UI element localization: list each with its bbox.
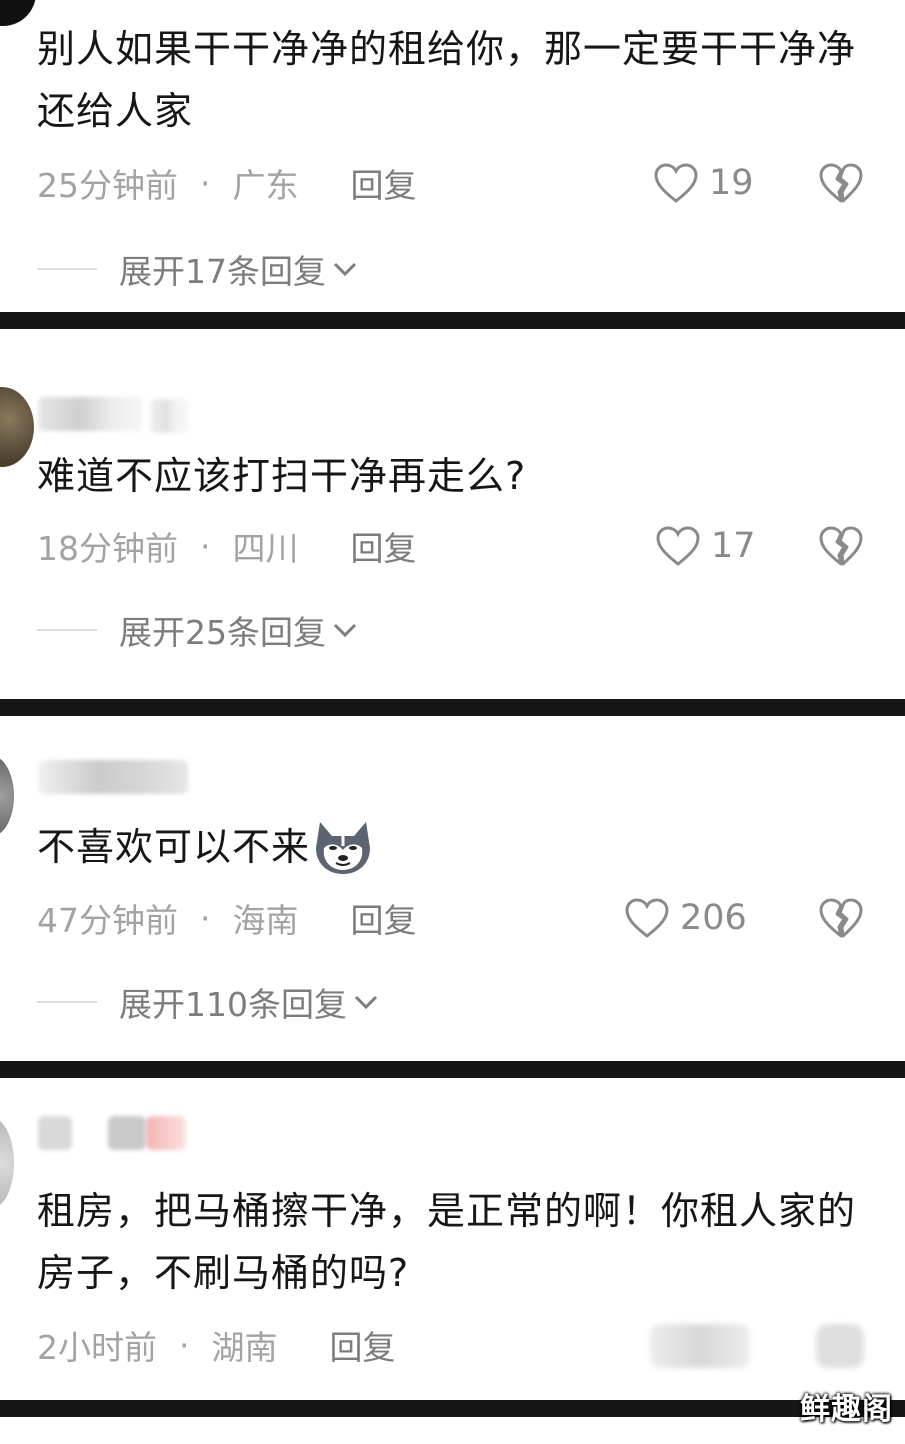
expand-replies-button[interactable]: 展开25条回复 [37,605,358,655]
comment-text: 不喜欢可以不来 [37,816,877,878]
expand-replies-button[interactable]: 展开17条回复 [37,244,358,294]
comment-location: 海南 [232,901,299,940]
comment-time: 47分钟前 [37,901,178,940]
username-blurred [38,397,143,431]
divider-line [37,1001,97,1003]
avatar[interactable] [0,756,14,836]
broken-heart-icon[interactable] [818,897,864,939]
reply-button[interactable]: 回复 [351,159,417,207]
comment-text: 别人如果干干净净的租给你，那一定要干干净净还给人家 [37,27,857,133]
heart-icon [625,898,669,938]
divider-bar [0,1061,905,1078]
like-button[interactable] [650,1324,750,1368]
divider-bar [0,1400,905,1417]
comment-location: 四川 [232,529,299,568]
username-blurred [146,1116,186,1150]
dislike-button[interactable] [816,1324,864,1368]
meta-separator: · [200,163,211,203]
comment-meta: 25分钟前 · 广东 回复 [37,158,417,208]
avatar[interactable] [0,387,34,467]
username-blurred [38,760,188,794]
comment-time: 18分钟前 [37,529,178,568]
like-count: 206 [680,898,747,938]
comment-card: 租房，把马桶擦干净，是正常的啊！你租人家的房子，不刷马桶的吗? 2小时前 · 湖… [0,1078,905,1400]
husky-dog-face-icon [316,822,371,874]
comment-card: 不喜欢可以不来 47分钟前 · 海南 回复 206 展开110条回复 [0,716,905,1061]
expand-replies-button[interactable]: 展开110条回复 [37,977,379,1027]
comment-time: 2小时前 [37,1328,157,1367]
like-count: 17 [711,526,756,566]
broken-heart-icon[interactable] [818,162,864,204]
watermark: 鲜趣阁 [800,1392,893,1427]
comment-location: 广东 [232,166,299,205]
avatar[interactable] [0,0,36,26]
comment-text-content: 不喜欢可以不来 [37,825,311,869]
username-blurred [108,1116,146,1150]
divider-line [37,629,97,631]
comment-meta: 18分钟前 · 四川 回复 [37,521,417,571]
username-blurred [38,1116,72,1150]
meta-separator: · [200,898,211,938]
expand-replies-label: 展开110条回复 [119,985,347,1024]
like-count: 19 [709,163,754,203]
username-blurred [150,399,190,433]
divider-bar [0,312,905,329]
reply-button[interactable]: 回复 [330,1321,396,1369]
divider-bar [0,699,905,716]
meta-separator: · [200,526,211,566]
like-button[interactable]: 17 [655,521,756,571]
expand-replies-label: 展开25条回复 [119,613,326,652]
divider-line [37,268,97,270]
heart-icon [656,526,700,566]
chevron-down-icon [333,262,357,277]
reply-button[interactable]: 回复 [351,894,417,942]
comment-meta: 47分钟前 · 海南 回复 [37,893,417,943]
reply-button[interactable]: 回复 [351,522,417,570]
comment-card: 难道不应该打扫干净再走么? 18分钟前 · 四川 回复 17 展开25条回复 [0,329,905,699]
heart-icon [654,163,698,203]
chevron-down-icon [354,995,378,1010]
chevron-down-icon [333,623,357,638]
comment-card: 别人如果干干净净的租给你，那一定要干干净净还给人家 25分钟前 · 广东 回复 … [0,0,905,312]
expand-replies-label: 展开17条回复 [119,252,326,291]
comment-text: 难道不应该打扫干净再走么? [37,454,527,498]
broken-heart-icon[interactable] [818,525,864,567]
comment-time: 25分钟前 [37,166,178,205]
comment-meta: 2小时前 · 湖南 回复 [37,1320,396,1370]
meta-separator: · [179,1325,190,1365]
like-button[interactable]: 19 [653,158,754,208]
comment-location: 湖南 [211,1328,278,1367]
comment-text: 租房，把马桶擦干净，是正常的啊！你租人家的房子，不刷马桶的吗? [37,1189,857,1295]
like-button[interactable]: 206 [624,893,747,943]
avatar[interactable] [0,1118,14,1208]
